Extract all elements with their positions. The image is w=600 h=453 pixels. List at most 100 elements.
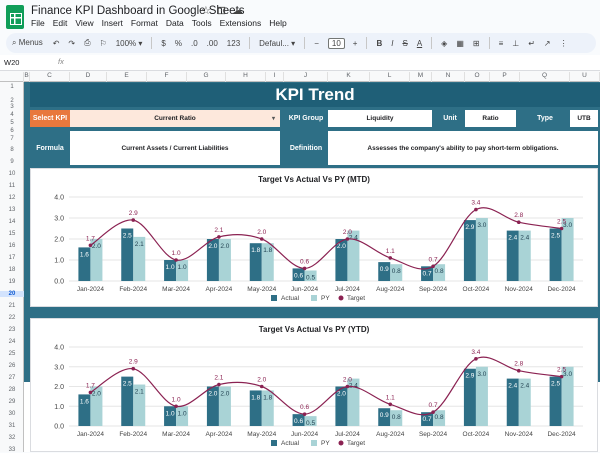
font-size-input[interactable]: 10 <box>327 37 345 49</box>
menu-help[interactable]: Help <box>269 18 286 28</box>
menu-file[interactable]: File <box>31 18 45 28</box>
star-icon[interactable]: ☆ <box>201 5 217 17</box>
decrease-decimal-button[interactable]: .0 <box>191 39 198 48</box>
row-header[interactable]: 30 <box>0 411 24 417</box>
row-header[interactable]: 11 <box>0 183 24 189</box>
row-header[interactable]: 24 <box>0 339 24 345</box>
paint-format-icon[interactable]: ⚐ <box>100 39 107 48</box>
data-label-actual: 1.6 <box>80 251 89 258</box>
row-header[interactable]: 21 <box>0 303 24 309</box>
column-header[interactable]: Q <box>520 72 570 82</box>
select-kpi-label: Select KPI <box>30 110 70 127</box>
data-label-actual: 2.4 <box>508 235 517 242</box>
merge-cells-icon[interactable]: ⊞ <box>473 39 480 48</box>
text-color-button[interactable]: A <box>417 39 422 48</box>
column-header[interactable]: P <box>490 72 520 82</box>
column-header[interactable]: L <box>370 72 410 82</box>
column-header[interactable] <box>0 72 24 82</box>
select-kpi-dropdown[interactable]: Current Ratio ▾ <box>70 110 280 127</box>
row-header[interactable]: 6 <box>0 128 24 134</box>
fill-color-icon[interactable]: ◈ <box>441 39 447 48</box>
menu-extensions[interactable]: Extensions <box>220 18 262 28</box>
name-box[interactable]: W20 <box>4 58 50 67</box>
column-header[interactable]: J <box>284 72 328 82</box>
strikethrough-button[interactable]: S <box>402 39 407 48</box>
menu-insert[interactable]: Insert <box>102 18 123 28</box>
row-header[interactable]: 25 <box>0 351 24 357</box>
more-options-icon[interactable]: ⋮ <box>560 39 568 48</box>
column-header[interactable]: K <box>328 72 370 82</box>
sheets-logo-icon[interactable] <box>6 5 24 29</box>
move-folder-icon[interactable]: ⊡ <box>217 5 232 17</box>
font-size-decrease-button[interactable]: − <box>314 39 319 48</box>
menus-label: Menus <box>18 38 43 47</box>
column-header[interactable]: F <box>147 72 187 82</box>
text-rotation-icon[interactable]: ↗ <box>544 39 551 48</box>
row-header[interactable]: 4 <box>0 112 24 118</box>
column-header[interactable]: N <box>432 72 465 82</box>
row-header[interactable]: 17 <box>0 255 24 261</box>
align-vertical-icon[interactable]: ⊥ <box>512 39 519 48</box>
menu-format[interactable]: Format <box>131 18 158 28</box>
row-header[interactable]: 9 <box>0 159 24 165</box>
chart-ytd[interactable]: Target Vs Actual Vs PY (YTD) 0.0 1.0 2.0 3.… <box>30 318 598 452</box>
row-header[interactable]: 27 <box>0 375 24 381</box>
row-header[interactable]: 22 <box>0 315 24 321</box>
align-horizontal-icon[interactable]: ≡ <box>499 39 504 48</box>
x-tick-label: Oct-2024 <box>463 286 490 293</box>
borders-icon[interactable]: ▦ <box>456 39 464 48</box>
row-header[interactable]: 14 <box>0 219 24 225</box>
column-header[interactable]: M <box>410 72 432 82</box>
currency-format-button[interactable]: $ <box>161 39 165 48</box>
menu-edit[interactable]: Edit <box>53 18 68 28</box>
row-header[interactable]: 8 <box>0 147 24 153</box>
column-header[interactable]: O <box>465 72 490 82</box>
zoom-select[interactable]: 100% ▾ <box>116 39 143 48</box>
font-select[interactable]: Defaul... ▾ <box>259 39 295 48</box>
row-header[interactable]: 31 <box>0 423 24 429</box>
column-header[interactable]: G <box>187 72 226 82</box>
font-size-increase-button[interactable]: + <box>353 39 358 48</box>
row-header[interactable]: 7 <box>0 136 24 142</box>
menu-view[interactable]: View <box>75 18 93 28</box>
row-header[interactable]: 28 <box>0 387 24 393</box>
italic-button[interactable]: I <box>391 39 393 48</box>
bold-button[interactable]: B <box>376 39 382 48</box>
undo-icon[interactable]: ↶ <box>53 39 60 48</box>
row-header[interactable]: 10 <box>0 171 24 177</box>
font-value: Defaul... <box>259 38 289 48</box>
search-menus-button[interactable]: ⌕ Menus <box>12 38 43 48</box>
print-icon[interactable]: ⎙ <box>84 38 90 48</box>
column-header[interactable]: D <box>70 72 107 82</box>
column-header[interactable]: C <box>30 72 70 82</box>
menu-tools[interactable]: Tools <box>192 18 212 28</box>
text-wrap-icon[interactable]: ↵ <box>528 39 535 48</box>
row-header[interactable]: 19 <box>0 279 24 285</box>
menu-data[interactable]: Data <box>166 18 184 28</box>
cloud-status-icon[interactable]: ☁ <box>232 5 249 17</box>
row-header[interactable]: 12 <box>0 195 24 201</box>
redo-icon[interactable]: ↷ <box>68 39 75 48</box>
column-header[interactable]: H <box>226 72 266 82</box>
row-header[interactable]: 29 <box>0 399 24 405</box>
row-header[interactable]: 3 <box>0 104 24 110</box>
column-header[interactable]: E <box>107 72 147 82</box>
row-header[interactable]: 15 <box>0 231 24 237</box>
number-format-button[interactable]: 123 <box>227 39 240 48</box>
column-header[interactable]: U <box>570 72 600 82</box>
row-header[interactable]: 5 <box>0 120 24 126</box>
row-header[interactable]: 23 <box>0 327 24 333</box>
row-header[interactable]: 1 <box>0 84 24 90</box>
row-header[interactable]: 18 <box>0 267 24 273</box>
row-header[interactable]: 20 <box>0 291 24 297</box>
row-header[interactable]: 26 <box>0 363 24 369</box>
row-header[interactable]: 33 <box>0 447 24 453</box>
row-header[interactable]: 13 <box>0 207 24 213</box>
x-tick-label: Sep-2024 <box>419 286 448 293</box>
chart-mtd[interactable]: Target Vs Actual Vs PY (MTD) 0.0 1.0 2.0 3.… <box>30 168 598 307</box>
row-header[interactable]: 32 <box>0 435 24 441</box>
increase-decimal-button[interactable]: .00 <box>207 39 218 48</box>
column-header[interactable]: I <box>266 72 284 82</box>
percent-format-button[interactable]: % <box>175 39 182 48</box>
row-header[interactable]: 16 <box>0 243 24 249</box>
